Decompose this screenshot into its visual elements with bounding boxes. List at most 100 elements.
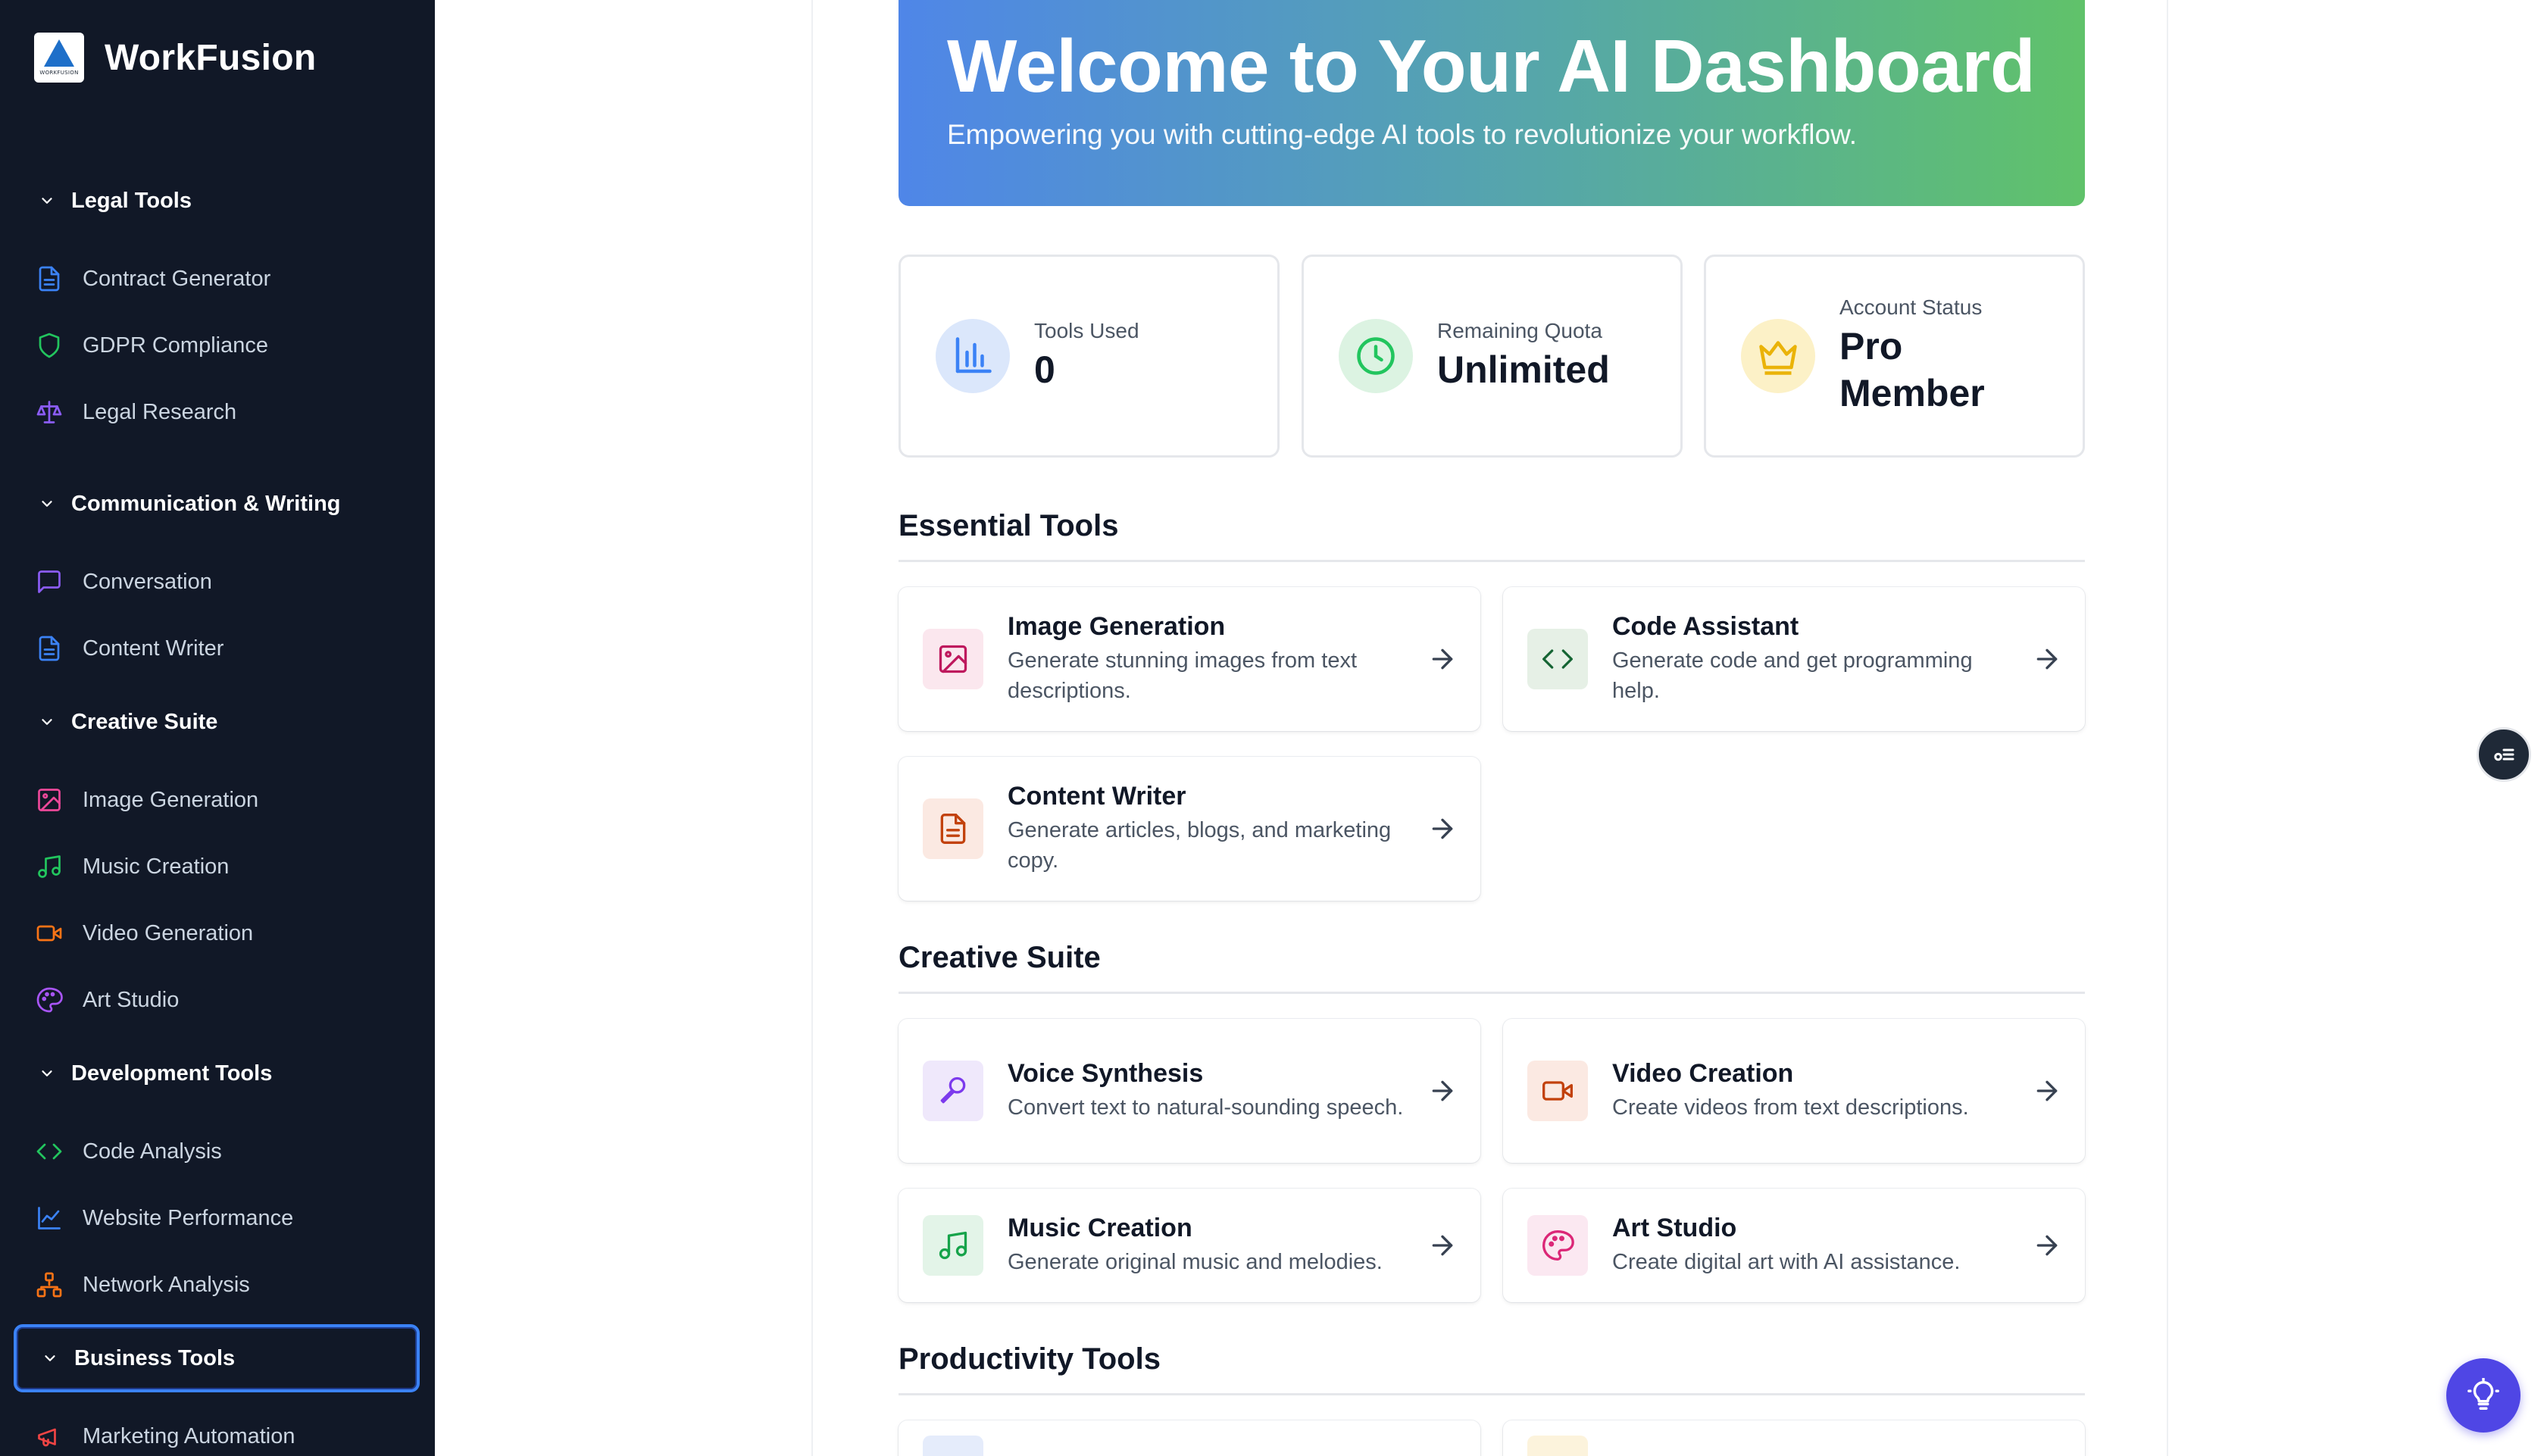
sidebar-item-content-writer[interactable]: Content Writer xyxy=(34,626,223,671)
chevron-down-icon xyxy=(36,190,58,211)
stat-value: Pro Member xyxy=(1839,324,1985,415)
tool-name: Art Studio xyxy=(1612,1213,1737,1242)
chevron-down-icon xyxy=(39,1348,61,1369)
tool-card-productivity-1[interactable] xyxy=(899,1420,1480,1456)
sidebar-item-website-performance[interactable]: Website Performance xyxy=(34,1195,293,1241)
arrow-right-icon xyxy=(2036,1235,2058,1256)
tool-description: Generate code and get programming help. xyxy=(1612,648,1973,703)
chevron-down-icon xyxy=(36,1063,58,1084)
tool-name: Video Creation xyxy=(1612,1058,1794,1088)
clock-icon xyxy=(1339,319,1413,393)
tool-card-content-writer[interactable]: Content Writer Generate articles, blogs,… xyxy=(899,757,1480,901)
tool-card-art-studio[interactable]: Art Studio Create digital art with AI as… xyxy=(1503,1189,2085,1302)
brand[interactable]: WORKFUSION WorkFusion xyxy=(34,33,316,83)
megaphone-icon xyxy=(34,1421,64,1451)
tool-card-productivity-2[interactable] xyxy=(1503,1420,2085,1456)
sidebar-item-label: GDPR Compliance xyxy=(83,333,268,358)
sidebar-item-contract-generator[interactable]: Contract Generator xyxy=(34,256,270,302)
section-title-creative-suite: Creative Suite xyxy=(899,941,2085,994)
music-icon xyxy=(923,1215,983,1276)
arrow-right-icon xyxy=(1432,1080,1453,1101)
tool-description: Create digital art with AI assistance. xyxy=(1612,1249,1961,1274)
sidebar-item-label: Legal Research xyxy=(83,399,237,424)
sidebar-item-label: Video Generation xyxy=(83,920,254,945)
document-icon xyxy=(923,798,983,859)
tool-name: Voice Synthesis xyxy=(1008,1058,1204,1088)
sidebar-section-creative-suite[interactable]: Creative Suite xyxy=(14,688,420,756)
sidebar-item-art-studio[interactable]: Art Studio xyxy=(34,977,179,1023)
music-icon xyxy=(34,851,64,882)
sidebar-item-legal-research[interactable]: Legal Research xyxy=(34,389,236,435)
tool-card-image-generation[interactable]: Image Generation Generate stunning image… xyxy=(899,587,1480,731)
palette-icon xyxy=(1527,1215,1588,1276)
welcome-banner: Welcome to Your AI Dashboard Empowering … xyxy=(899,0,2085,206)
sidebar-item-label: Contract Generator xyxy=(83,266,271,291)
stat-value: Unlimited xyxy=(1437,348,1610,391)
tool-description: Create videos from text descriptions. xyxy=(1612,1095,1969,1120)
sidebar: WORKFUSION WorkFusion Legal Tools Contra… xyxy=(0,0,435,1456)
code-icon xyxy=(34,1136,64,1167)
sidebar-section-business-tools[interactable]: Business Tools xyxy=(14,1324,420,1392)
stat-card-account-status: Account Status Pro Member xyxy=(1704,255,2085,458)
sidebar-item-label: Website Performance xyxy=(83,1205,294,1230)
section-label: Business Tools xyxy=(74,1345,236,1370)
stat-value: 0 xyxy=(1034,348,1055,391)
tool-name: Music Creation xyxy=(1008,1213,1192,1242)
section-label: Development Tools xyxy=(71,1061,273,1086)
section-title-productivity-tools: Productivity Tools xyxy=(899,1342,2085,1395)
chevron-down-icon xyxy=(36,493,58,514)
stat-label: Account Status xyxy=(1839,295,1983,319)
sidebar-item-video-generation[interactable]: Video Generation xyxy=(34,911,253,956)
arrow-right-icon xyxy=(1432,818,1453,839)
section-title-essential-tools: Essential Tools xyxy=(899,509,2085,562)
ideas-button[interactable] xyxy=(2446,1358,2521,1433)
sidebar-section-development-tools[interactable]: Development Tools xyxy=(14,1039,420,1108)
image-icon xyxy=(34,785,64,815)
video-icon xyxy=(34,918,64,948)
section-label: Legal Tools xyxy=(71,188,192,213)
sidebar-item-music-creation[interactable]: Music Creation xyxy=(34,844,229,889)
tool-description: Generate original music and melodies. xyxy=(1008,1249,1383,1274)
sidebar-item-label: Marketing Automation xyxy=(83,1423,295,1448)
sidebar-item-image-generation[interactable]: Image Generation xyxy=(34,777,258,823)
stat-card-remaining-quota: Remaining Quota Unlimited xyxy=(1302,255,1683,458)
sidebar-item-label: Conversation xyxy=(83,569,212,594)
network-icon xyxy=(34,1270,64,1300)
shield-icon xyxy=(34,330,64,361)
chevron-down-icon xyxy=(36,711,58,733)
sidebar-item-code-analysis[interactable]: Code Analysis xyxy=(34,1129,222,1174)
tool-card-music-creation[interactable]: Music Creation Generate original music a… xyxy=(899,1189,1480,1302)
lightbulb-icon xyxy=(1527,1436,1588,1456)
sidebar-item-label: Art Studio xyxy=(83,987,180,1012)
sidebar-item-gdpr-compliance[interactable]: GDPR Compliance xyxy=(34,323,268,368)
document-icon xyxy=(34,633,64,664)
tool-card-video-creation[interactable]: Video Creation Create videos from text d… xyxy=(1503,1019,2085,1163)
app-name: WorkFusion xyxy=(105,37,317,78)
sidebar-item-label: Image Generation xyxy=(83,787,259,812)
sidebar-item-label: Music Creation xyxy=(83,854,230,879)
arrow-right-icon xyxy=(2036,1080,2058,1101)
hero-subtitle: Empowering you with cutting-edge AI tool… xyxy=(947,118,1858,150)
chat-icon xyxy=(34,567,64,597)
toggle-list-icon xyxy=(2494,748,2514,761)
arrow-right-icon xyxy=(1432,1235,1453,1256)
toggle-list-button[interactable] xyxy=(2477,727,2531,782)
hero-title: Welcome to Your AI Dashboard xyxy=(947,24,2036,108)
sidebar-item-marketing-automation[interactable]: Marketing Automation xyxy=(34,1414,295,1456)
chart-line-icon xyxy=(34,1203,64,1233)
tool-card-voice-synthesis[interactable]: Voice Synthesis Convert text to natural-… xyxy=(899,1019,1480,1163)
microphone-icon xyxy=(923,1061,983,1121)
tool-card-code-assistant[interactable]: Code Assistant Generate code and get pro… xyxy=(1503,587,2085,731)
sidebar-section-legal-tools[interactable]: Legal Tools xyxy=(14,167,420,235)
sidebar-item-label: Content Writer xyxy=(83,636,224,661)
tool-name: Content Writer xyxy=(1008,782,1186,811)
arrow-right-icon xyxy=(1432,648,1453,670)
bar-chart-icon xyxy=(936,319,1010,393)
sidebar-section-communication-writing[interactable]: Communication & Writing xyxy=(14,470,420,538)
tool-description: Generate stunning images from text descr… xyxy=(1008,648,1358,703)
sidebar-item-network-analysis[interactable]: Network Analysis xyxy=(34,1262,250,1308)
main-content: Welcome to Your AI Dashboard Empowering … xyxy=(811,0,2168,1456)
section-label: Creative Suite xyxy=(71,709,218,734)
sidebar-item-conversation[interactable]: Conversation xyxy=(34,559,212,605)
document-icon xyxy=(34,264,64,294)
